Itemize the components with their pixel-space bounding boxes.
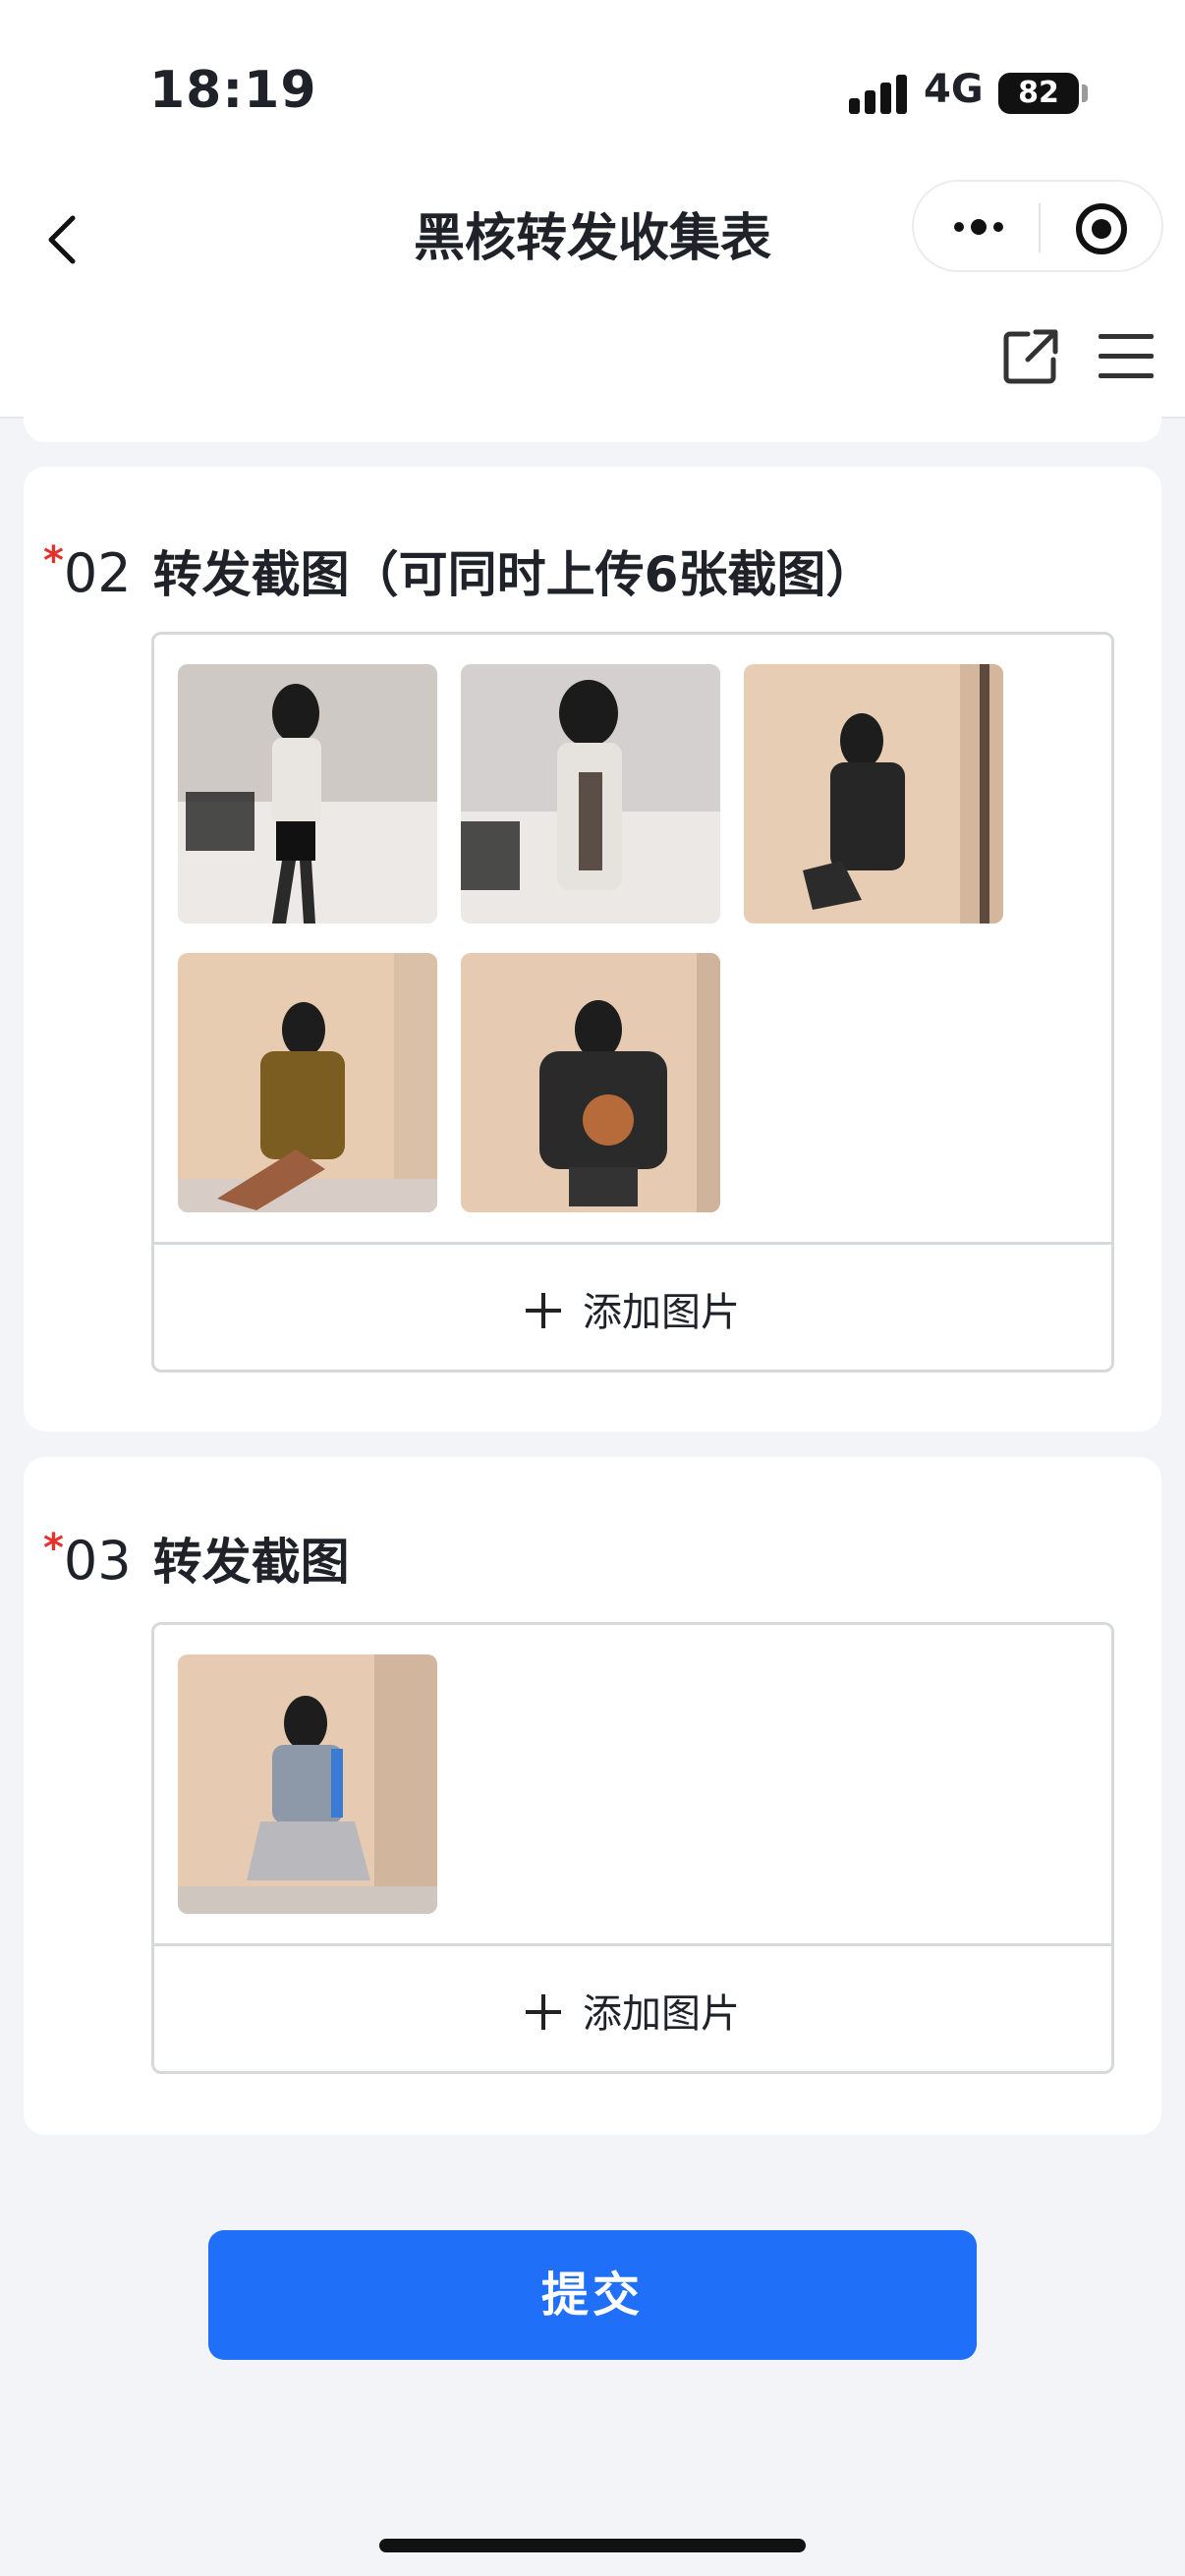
uploaded-image-6[interactable]	[178, 1654, 437, 1914]
add-image-label: 添加图片	[583, 1290, 740, 1335]
add-image-label: 添加图片	[583, 1991, 740, 2037]
required-mark: *	[43, 1526, 64, 1571]
submit-button[interactable]: 提交	[208, 2230, 977, 2360]
add-image-button[interactable]: 添加图片	[154, 1242, 1111, 1370]
uploaded-image-2[interactable]	[461, 664, 720, 924]
target-icon[interactable]	[1076, 203, 1127, 254]
plus-icon	[526, 1994, 561, 2030]
required-mark: *	[43, 538, 64, 584]
add-image-row: 添加图片	[154, 1982, 1111, 2039]
question-card-03: *03 转发截图 添加图片	[24, 1457, 1161, 2135]
status-time: 18:19	[149, 61, 317, 120]
capsule-divider	[1039, 203, 1041, 252]
more-dots-icon[interactable]	[949, 205, 1008, 249]
home-indicator	[379, 2539, 806, 2552]
nav-bar: 黑核转发收集表	[0, 177, 1185, 305]
uploaded-image-1[interactable]	[178, 664, 437, 924]
question-title-02: *02 转发截图（可同时上传6张截图）	[43, 535, 875, 606]
previous-question-card	[24, 403, 1161, 442]
question-number: 03	[63, 1530, 132, 1592]
share-icon[interactable]	[1002, 328, 1059, 385]
question-number: 02	[63, 542, 132, 604]
image-upload-area: 添加图片	[151, 632, 1114, 1372]
signal-icon	[849, 75, 908, 114]
status-bar: 18:19 4G 82	[0, 0, 1185, 177]
question-text: 转发截图	[152, 1534, 350, 1591]
question-title-03: *03 转发截图	[43, 1523, 350, 1594]
question-card-02: *02 转发截图（可同时上传6张截图） 添加图片	[24, 467, 1161, 1431]
battery-cap	[1082, 84, 1088, 102]
menu-icon[interactable]	[1099, 332, 1154, 381]
mini-program-capsule	[912, 180, 1163, 272]
image-upload-area: 添加图片	[151, 1622, 1114, 2074]
uploaded-image-4[interactable]	[178, 953, 437, 1212]
form-page: 18:19 4G 82 黑核转发收集表 *02 转发截图（可同时上传6张截图） …	[0, 0, 1185, 2576]
add-image-row: 添加图片	[154, 1280, 1111, 1337]
add-image-button[interactable]: 添加图片	[154, 1943, 1111, 2071]
battery-icon: 82	[998, 73, 1079, 114]
plus-icon	[526, 1293, 561, 1328]
uploaded-image-3[interactable]	[744, 664, 1003, 924]
uploaded-image-5[interactable]	[461, 953, 720, 1212]
form-toolbar	[0, 305, 1185, 419]
question-text: 转发截图（可同时上传6张截图）	[152, 546, 875, 603]
network-type: 4G	[924, 67, 984, 112]
